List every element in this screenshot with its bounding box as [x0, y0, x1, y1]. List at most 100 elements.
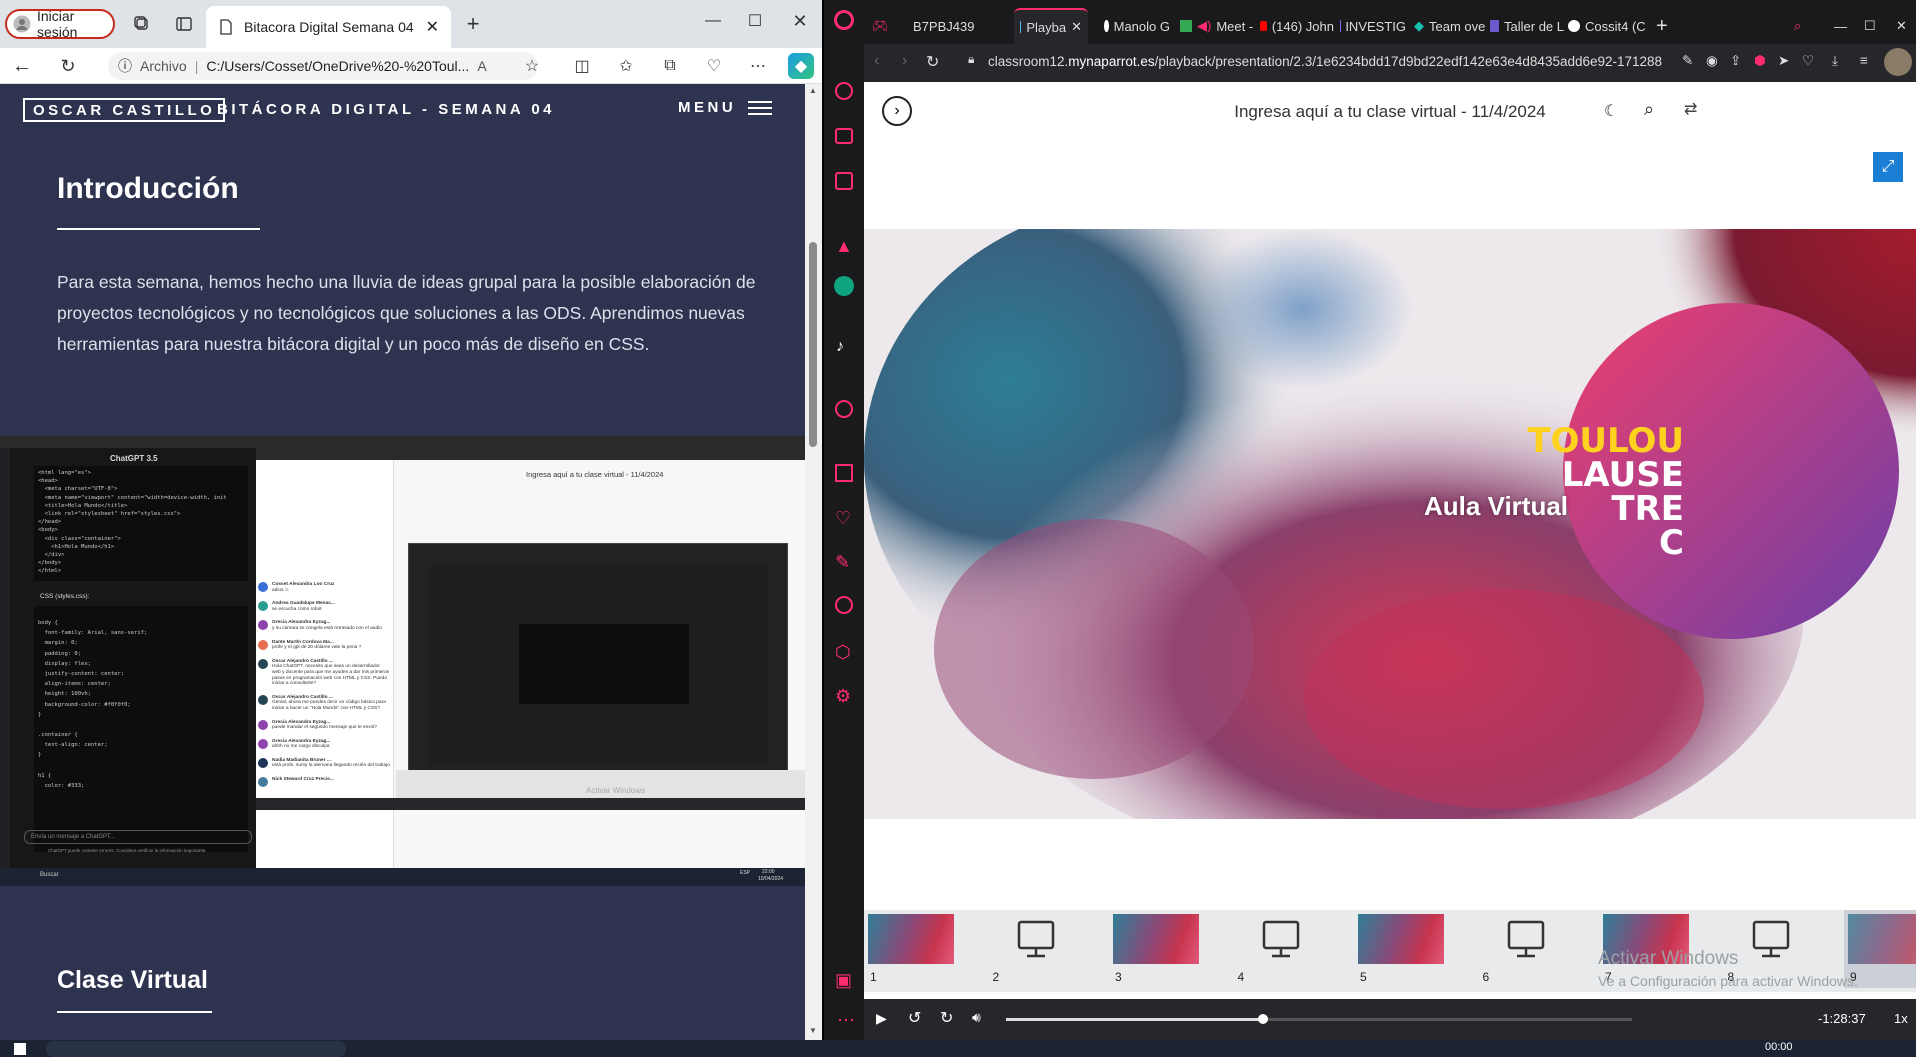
- search-icon[interactable]: ⌕: [1644, 99, 1654, 120]
- site-header: OSCAR CASTILLO BITÁCORA DIGITAL - SEMANA…: [0, 84, 805, 136]
- close-icon[interactable]: ✕: [1071, 19, 1082, 35]
- site-brand[interactable]: OSCAR CASTILLO: [23, 98, 226, 122]
- search-tabs-icon[interactable]: ⌕: [1794, 8, 1801, 44]
- close-window-icon[interactable]: ✕: [785, 6, 815, 36]
- shot-shared-screen: [408, 543, 788, 771]
- send-icon[interactable]: ➤: [1778, 53, 1789, 69]
- minimize-icon[interactable]: —: [698, 6, 728, 36]
- tab-playback[interactable]: Playba ✕: [1014, 8, 1088, 44]
- forward-icon[interactable]: ↻: [940, 1008, 953, 1028]
- workspaces-icon[interactable]: [130, 12, 154, 36]
- tab-2[interactable]: Manolo G: [1104, 8, 1170, 44]
- wallet-icon[interactable]: [835, 172, 853, 190]
- chatgpt-icon[interactable]: [834, 276, 854, 296]
- play-icon[interactable]: ▶: [876, 1010, 887, 1027]
- signin-button[interactable]: Iniciar sesión: [5, 8, 115, 40]
- slide-thumbnail[interactable]: [868, 914, 954, 964]
- slide-thumbnail[interactable]: [1358, 914, 1444, 964]
- opera-url[interactable]: classroom12.mynaparrot.es/playback/prese…: [988, 54, 1662, 69]
- browser-essentials-icon[interactable]: ♡: [702, 54, 726, 78]
- share-icon[interactable]: ⇪: [1730, 53, 1741, 69]
- collections-icon[interactable]: ⧉: [658, 54, 682, 78]
- tab-0[interactable]: B7PBJ439: [908, 8, 974, 44]
- edit-url-icon[interactable]: ✎: [1682, 53, 1693, 69]
- windows-start-icon[interactable]: [14, 1043, 26, 1055]
- opera-logo-icon[interactable]: [834, 10, 854, 30]
- heading-underline: [57, 228, 260, 230]
- shopping-icon[interactable]: [835, 128, 853, 144]
- menu-button[interactable]: MENU: [678, 99, 773, 116]
- new-tab-icon[interactable]: +: [1656, 8, 1668, 44]
- code-line: <meta charset="UTF-8">: [38, 486, 118, 493]
- tab-games[interactable]: 🎮︎: [872, 8, 889, 44]
- tab-4[interactable]: (146) John: [1260, 8, 1334, 44]
- read-aloud-icon[interactable]: A: [477, 58, 486, 74]
- progress-track[interactable]: [1006, 1014, 1632, 1024]
- screenshot-icon[interactable]: ▣: [835, 970, 852, 991]
- refresh-icon[interactable]: ↻: [56, 54, 80, 78]
- slide-thumbnail[interactable]: [1236, 914, 1322, 964]
- favorite-icon[interactable]: ☆: [520, 54, 544, 78]
- tab-3[interactable]: ◀) Meet -: [1180, 8, 1260, 44]
- tab-8[interactable]: Cossit4 (C: [1568, 8, 1648, 44]
- extensions-icon[interactable]: ⬡: [835, 642, 851, 663]
- heart-icon[interactable]: ♡: [835, 508, 851, 529]
- copilot-icon[interactable]: ◆: [788, 53, 814, 79]
- avatar[interactable]: [1884, 48, 1912, 76]
- slide-thumbnail[interactable]: [1481, 914, 1567, 964]
- favorites-icon[interactable]: ✩: [614, 54, 638, 78]
- workspaces-icon[interactable]: [835, 464, 853, 482]
- download-icon[interactable]: ⤓: [1832, 53, 1838, 69]
- new-tab-icon[interactable]: +: [461, 11, 485, 36]
- vpn-icon[interactable]: ⬢: [1754, 53, 1766, 69]
- tab-icon: [1104, 20, 1109, 32]
- easy-setup-icon[interactable]: ≡: [1860, 53, 1868, 68]
- url-field[interactable]: ⓘ Archivo | C:/Users/Cosset/OneDrive%20-…: [108, 52, 538, 80]
- tab-6[interactable]: ◆ Team ove: [1414, 8, 1486, 44]
- speed-dial-icon[interactable]: [835, 82, 853, 100]
- split-screen-icon[interactable]: ◫: [570, 54, 594, 78]
- tab-5[interactable]: INVESTIG: [1340, 8, 1406, 44]
- windows-taskbar: 00:00: [0, 1040, 1916, 1057]
- close-window-icon[interactable]: ✕: [1896, 8, 1907, 44]
- heart-icon[interactable]: ♡: [1802, 53, 1814, 69]
- avatar: [258, 694, 268, 705]
- back-icon[interactable]: ‹: [874, 52, 879, 70]
- css-line: h1 {: [38, 772, 52, 779]
- back-icon[interactable]: ←: [10, 54, 34, 78]
- rewind-icon[interactable]: ↺: [908, 1008, 921, 1028]
- swap-icon[interactable]: ⇄: [1684, 99, 1697, 119]
- slide-thumbnail[interactable]: [1844, 910, 1916, 988]
- maximize-icon[interactable]: ☐: [1864, 8, 1876, 44]
- reload-icon[interactable]: ↻: [926, 52, 939, 72]
- slide-thumbnail[interactable]: [1113, 914, 1199, 964]
- scrollbar[interactable]: ▲ ▼: [805, 84, 822, 1040]
- volume-icon[interactable]: 🔊︎: [972, 1009, 981, 1026]
- fullscreen-icon[interactable]: ⤢: [1873, 152, 1903, 182]
- progress-knob[interactable]: [1257, 1014, 1268, 1024]
- dark-mode-icon[interactable]: ☾: [1604, 101, 1618, 121]
- css-line: }: [38, 711, 42, 718]
- more-icon[interactable]: ⋯: [837, 1010, 855, 1031]
- slide-thumbnail[interactable]: [991, 914, 1077, 964]
- tiktok-icon[interactable]: ♪: [836, 338, 844, 356]
- edit-icon[interactable]: ✎: [835, 552, 850, 573]
- scrollbar-thumb[interactable]: [809, 242, 817, 447]
- close-icon[interactable]: ✕: [426, 17, 439, 37]
- tab-7[interactable]: Taller de L: [1490, 8, 1564, 44]
- taskbar-search[interactable]: [46, 1041, 346, 1057]
- tab-label: Playba: [1026, 19, 1067, 35]
- aria-icon[interactable]: ▲: [835, 236, 853, 257]
- settings-icon[interactable]: ⚙: [835, 686, 851, 707]
- tab-bitacora[interactable]: Bitacora Digital Semana 04 ✕: [206, 6, 451, 48]
- minimize-icon[interactable]: —: [1834, 8, 1847, 44]
- thumbnail-number: 1: [870, 970, 877, 984]
- speed-button[interactable]: 1x: [1894, 1011, 1908, 1026]
- history-icon[interactable]: [835, 596, 853, 614]
- player-icon[interactable]: [835, 400, 853, 418]
- tab-actions-icon[interactable]: [172, 12, 196, 36]
- forward-icon[interactable]: ›: [902, 52, 907, 70]
- camera-icon[interactable]: ◉: [1706, 53, 1718, 69]
- more-icon[interactable]: ⋯: [746, 54, 770, 78]
- maximize-icon[interactable]: ☐: [740, 6, 770, 36]
